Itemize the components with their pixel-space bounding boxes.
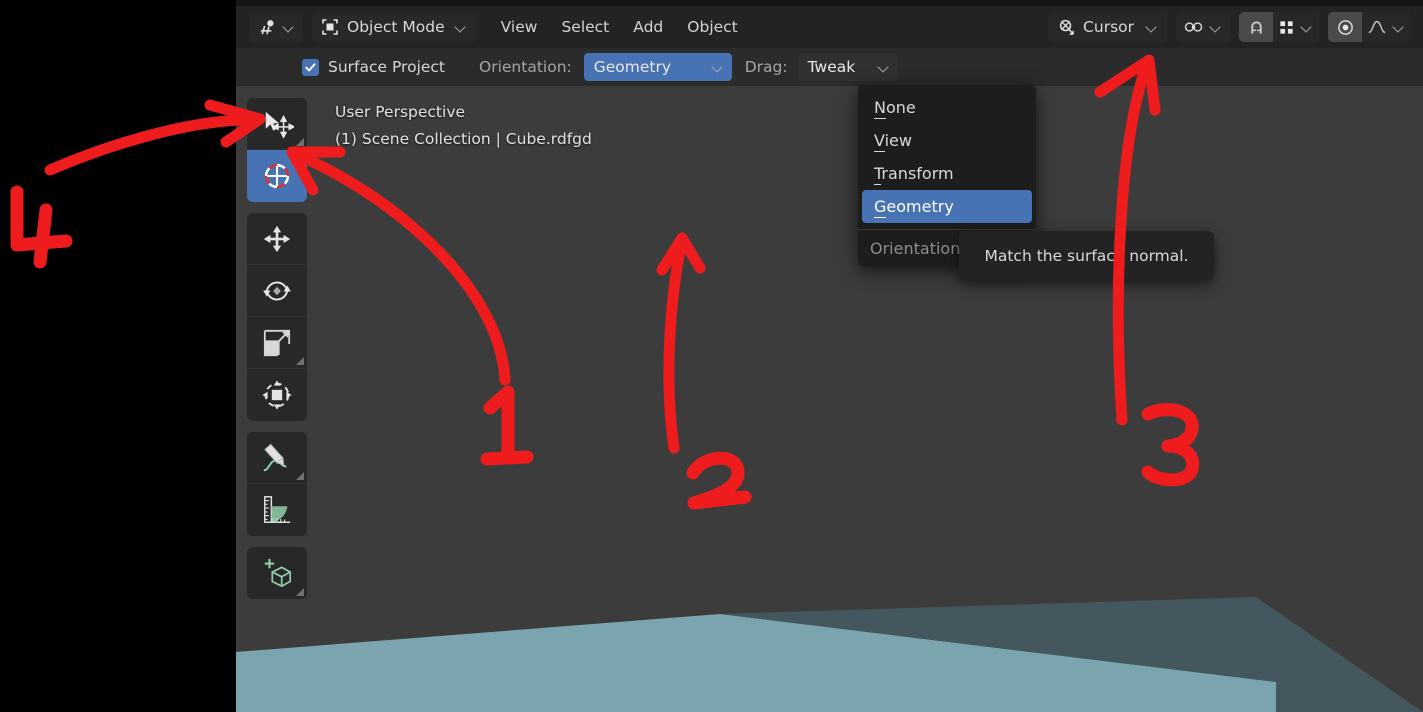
annotate-tool[interactable] [247, 432, 307, 484]
accel-key: V [874, 131, 885, 152]
cursor-move-icon [265, 111, 294, 139]
chevron-down-icon [1394, 22, 1405, 33]
menu-add[interactable]: Add [621, 12, 675, 42]
option-label-rest: eometry [886, 197, 954, 216]
ruler-measure-icon [264, 496, 291, 523]
surface-project-label: Surface Project [328, 58, 446, 76]
interaction-mode-label: Object Mode [347, 18, 445, 36]
scale-icon [263, 329, 291, 356]
viewport-perspective-label: User Perspective [335, 103, 466, 121]
accel-key: G [874, 197, 887, 218]
add-cube-tool[interactable] [247, 547, 307, 599]
pencil-annotate-icon [263, 443, 287, 471]
toolbar-group-transform [247, 213, 307, 421]
magnet-icon [1246, 17, 1266, 37]
transform-pivot-label: Cursor [1083, 18, 1134, 36]
menu-object[interactable]: Object [675, 12, 749, 42]
cursor-pivot-icon [1056, 17, 1076, 37]
annotation-label-4 [10, 185, 73, 269]
tweak-tool[interactable] [247, 98, 307, 150]
rotate-icon [263, 281, 291, 300]
transform-pivot-selector[interactable]: Cursor [1048, 12, 1167, 42]
chevron-down-icon [284, 22, 295, 33]
drag-label: Drag: [744, 58, 788, 76]
interaction-mode-selector[interactable]: Object Mode [312, 12, 477, 42]
tool-submenu-corner [296, 472, 304, 480]
menu-view[interactable]: View [489, 12, 550, 42]
cursor-tool[interactable] [247, 150, 307, 202]
toolbar-group-select [247, 98, 307, 202]
cube-object[interactable] [236, 592, 1423, 712]
orientation-option-view[interactable]: View [862, 124, 1032, 157]
viewport-header: Object Mode View Select Add Object Curso… [236, 6, 1423, 48]
menu-select[interactable]: Select [549, 12, 621, 42]
snap-toggle-button[interactable] [1239, 12, 1273, 42]
screenshot-root: Object Mode View Select Add Object Curso… [0, 0, 1423, 712]
proportional-edit-icon [1335, 17, 1355, 37]
snapping-group [1239, 12, 1319, 42]
falloff-curve-icon [1367, 17, 1387, 37]
editor-type-icon [257, 17, 277, 37]
option-label-rest: one [885, 98, 916, 117]
viewport-toolbar [247, 98, 307, 610]
orientation-dropdown[interactable]: Geometry [583, 53, 732, 81]
tool-settings-bar: Surface Project Orientation: Geometry Dr… [236, 48, 1423, 86]
scale-tool[interactable] [247, 317, 307, 369]
orientation-option-geometry[interactable]: Geometry [862, 190, 1032, 223]
orientation-value: Geometry [593, 58, 672, 76]
option-label-rest: ransform [881, 164, 954, 183]
move-tool[interactable] [247, 213, 307, 265]
orientation-option-transform[interactable]: Transform [862, 157, 1032, 190]
snap-target-button[interactable] [1273, 12, 1319, 42]
tool-submenu-corner [296, 138, 304, 146]
orientation-label: Orientation: [479, 58, 572, 76]
surface-project-checkbox[interactable]: Surface Project [302, 58, 445, 76]
proportional-editing-group [1328, 12, 1411, 42]
chevron-down-icon [879, 62, 890, 73]
object-mode-icon [320, 17, 340, 37]
chevron-down-icon [713, 62, 724, 73]
chevron-down-icon [1302, 22, 1313, 33]
blender-editor: Object Mode View Select Add Object Curso… [236, 0, 1423, 712]
editor-type-button[interactable] [250, 12, 302, 42]
accel-key: N [874, 98, 886, 119]
chevron-down-icon [1211, 22, 1222, 33]
snap-grid-icon [1277, 17, 1295, 37]
tool-submenu-corner [296, 357, 304, 365]
transform-icon [262, 380, 292, 410]
proportional-falloff-button[interactable] [1362, 12, 1411, 42]
transform-tool[interactable] [247, 369, 307, 421]
3d-cursor-icon [264, 163, 290, 189]
drag-dropdown[interactable]: Tweak [797, 53, 898, 81]
tool-submenu-corner [296, 588, 304, 596]
orientation-gizmo-icon [1184, 17, 1204, 37]
viewport-collection-label: (1) Scene Collection | Cube.rdfgd [335, 130, 592, 148]
measure-tool[interactable] [247, 484, 307, 536]
3d-viewport[interactable]: User Perspective (1) Scene Collection | … [236, 86, 1423, 712]
checkmark-icon [302, 58, 319, 76]
drag-value: Tweak [807, 58, 856, 76]
orientation-option-none[interactable]: None [862, 91, 1032, 124]
toolbar-group-add [247, 547, 307, 599]
proportional-edit-toggle[interactable] [1328, 12, 1362, 42]
chevron-down-icon [1147, 22, 1158, 33]
move-arrows-icon [263, 225, 291, 252]
tooltip-text: Match the surface normal. [984, 246, 1189, 265]
transform-orientation-selector[interactable] [1176, 12, 1230, 42]
viewport-info-overlay: User Perspective (1) Scene Collection | … [335, 99, 592, 153]
rotate-tool[interactable] [247, 265, 307, 317]
add-cube-icon [264, 558, 292, 588]
toolbar-group-annotate [247, 432, 307, 536]
annotation-arrow-4 [44, 114, 264, 176]
option-label-rest: iew [884, 131, 912, 150]
header-right-cluster: Cursor [1048, 12, 1423, 42]
chevron-down-icon [456, 22, 467, 33]
tooltip: Match the surface normal. [959, 231, 1214, 280]
